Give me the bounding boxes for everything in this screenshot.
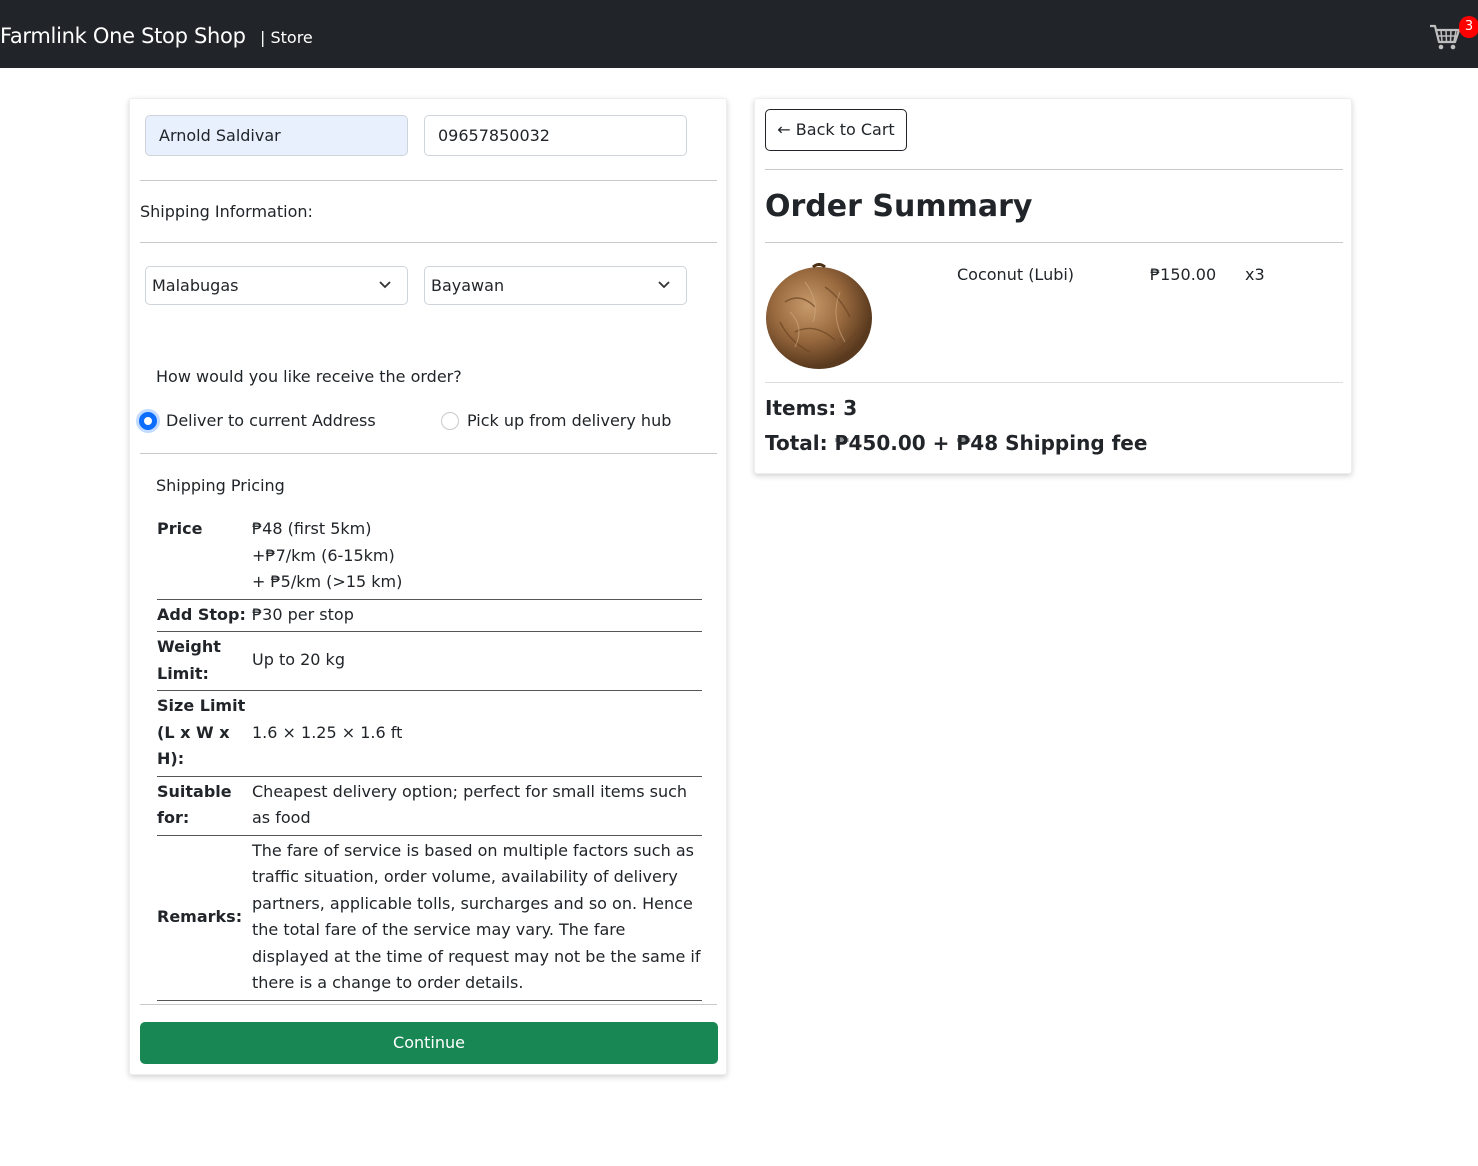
barangay-select[interactable]: Malabugas	[145, 266, 408, 305]
barangay-select-value: Malabugas	[152, 276, 239, 295]
pricing-label-remarks: Remarks:	[157, 906, 243, 926]
city-select[interactable]: Bayawan	[424, 266, 687, 305]
table-row: Weight Limit: Up to 20 kg	[157, 632, 702, 691]
checkout-form-card: Arnold Saldivar 09657850032 Shipping Inf…	[129, 98, 727, 1075]
price-line: +₱7/km (6-15km)	[252, 545, 395, 565]
radio-pickup-delivery-hub[interactable]	[441, 412, 459, 430]
divider	[765, 242, 1343, 243]
back-to-cart-button[interactable]: ← Back to Cart	[765, 109, 907, 151]
items-count: Items: 3	[765, 396, 858, 420]
top-navbar: Farmlink One Stop Shop | Store 3	[0, 0, 1478, 68]
radio-label-deliver[interactable]: Deliver to current Address	[166, 411, 376, 430]
divider	[765, 382, 1343, 383]
divider	[140, 1004, 717, 1005]
chevron-down-icon	[658, 281, 670, 289]
item-name: Coconut (Lubi)	[957, 265, 1075, 284]
divider	[140, 453, 717, 454]
continue-button[interactable]: Continue	[140, 1022, 718, 1064]
shipping-pricing-table: Price ₱48 (first 5km) +₱7/km (6-15km) + …	[157, 513, 702, 1001]
divider	[140, 242, 717, 243]
divider	[765, 169, 1343, 170]
pricing-value-size-limit: 1.6 × 1.25 × 1.6 ft	[252, 722, 403, 742]
radio-label-pickup[interactable]: Pick up from delivery hub	[467, 411, 671, 430]
coconut-image	[765, 262, 873, 370]
brand-logo-text[interactable]: Farmlink One Stop Shop	[0, 24, 246, 48]
shipping-info-label: Shipping Information:	[140, 202, 313, 221]
table-row: Suitable for: Cheapest delivery option; …	[157, 776, 702, 835]
order-summary-title: Order Summary	[765, 189, 1033, 224]
pricing-label-add-stop: Add Stop:	[157, 604, 246, 624]
pricing-label-size-limit: Size Limit (L x W x H):	[157, 696, 246, 768]
cart-count-badge: 3	[1459, 16, 1478, 38]
item-price: ₱150.00	[1150, 265, 1217, 284]
pricing-value-add-stop: ₱30 per stop	[252, 604, 354, 624]
city-select-value: Bayawan	[431, 276, 505, 295]
pricing-value-price: ₱48 (first 5km) +₱7/km (6-15km) + ₱5/km …	[252, 513, 702, 599]
price-line: ₱48 (first 5km)	[252, 519, 372, 538]
pricing-label-price: Price	[157, 519, 203, 538]
pricing-value-remarks: The fare of service is based on multiple…	[252, 840, 701, 993]
shopping-cart-icon[interactable]	[1428, 22, 1462, 52]
chevron-down-icon	[379, 281, 391, 289]
shipping-pricing-heading: Shipping Pricing	[156, 476, 285, 495]
phone-input[interactable]: 09657850032	[424, 115, 687, 156]
table-row: Add Stop: ₱30 per stop	[157, 599, 702, 632]
table-row: Size Limit (L x W x H): 1.6 × 1.25 × 1.6…	[157, 691, 702, 776]
pricing-value-weight-limit: Up to 20 kg	[252, 650, 345, 670]
item-quantity: x3	[1245, 265, 1265, 284]
table-row: Price ₱48 (first 5km) +₱7/km (6-15km) + …	[157, 513, 702, 599]
nav-link-store[interactable]: | Store	[260, 28, 313, 47]
order-summary-card: ← Back to Cart Order Summary Coconut (Lu…	[754, 98, 1352, 474]
radio-deliver-current-address[interactable]	[139, 412, 157, 430]
divider	[140, 180, 717, 181]
order-total: Total: ₱450.00 + ₱48 Shipping fee	[765, 431, 1148, 455]
pricing-label-weight-limit: Weight Limit:	[157, 637, 221, 683]
receive-order-question: How would you like receive the order?	[156, 367, 462, 386]
pricing-value-suitable-for: Cheapest delivery option; perfect for sm…	[252, 781, 688, 828]
pricing-label-suitable-for: Suitable for:	[157, 781, 232, 828]
table-row: Remarks: The fare of service is based on…	[157, 835, 702, 1000]
name-input[interactable]: Arnold Saldivar	[145, 115, 408, 156]
price-line: + ₱5/km (>15 km)	[252, 572, 403, 591]
